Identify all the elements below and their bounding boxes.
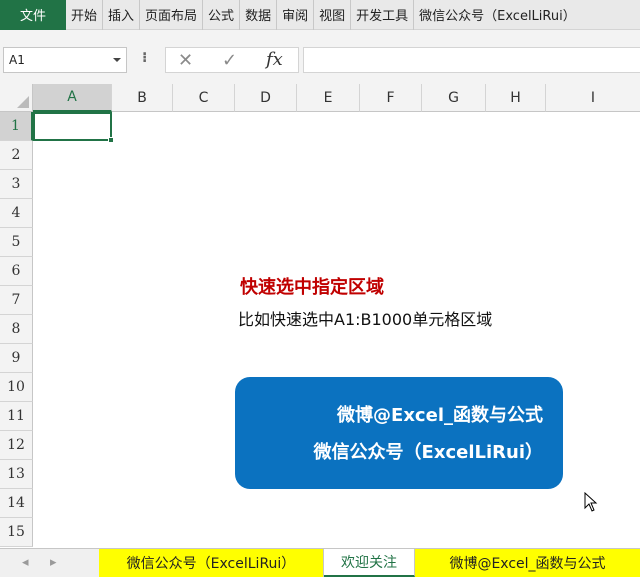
name-box[interactable]: A1 — [3, 47, 127, 73]
sheet-grid[interactable]: A B C D E F G H I 1 2 3 4 5 6 7 8 9 10 1… — [0, 84, 640, 548]
select-all-button[interactable] — [0, 84, 33, 112]
row-header-6[interactable]: 6 — [0, 257, 33, 286]
row-header-11[interactable]: 11 — [0, 402, 33, 431]
ribbon-tab-bar: 文件 开始 插入 页面布局 公式 数据 审阅 视图 开发工具 微信公众号（Exc… — [0, 0, 640, 30]
tab-formulas[interactable]: 公式 — [203, 0, 241, 30]
column-header-a[interactable]: A — [33, 84, 112, 112]
content-subtitle: 比如快速选中A1:B1000单元格区域 — [238, 310, 493, 329]
enter-icon[interactable]: ✓ — [222, 50, 237, 71]
column-header-c[interactable]: C — [173, 84, 235, 112]
more-dots-icon[interactable]: ⁝ — [142, 50, 147, 66]
row-header-3[interactable]: 3 — [0, 170, 33, 199]
info-box-weibo: 微博@Excel_函数与公式 — [337, 405, 543, 426]
tab-review[interactable]: 审阅 — [277, 0, 315, 30]
sheet-tab-weibo[interactable]: 微博@Excel_函数与公式 — [415, 549, 640, 577]
row-header-9[interactable]: 9 — [0, 344, 33, 373]
row-header-14[interactable]: 14 — [0, 489, 33, 518]
column-header-h[interactable]: H — [486, 84, 546, 112]
tab-insert[interactable]: 插入 — [103, 0, 141, 30]
row-header-2[interactable]: 2 — [0, 141, 33, 170]
row-header-5[interactable]: 5 — [0, 228, 33, 257]
info-box-wechat: 微信公众号（ExcelLiRui） — [313, 442, 543, 463]
row-header-7[interactable]: 7 — [0, 286, 33, 315]
row-header-12[interactable]: 12 — [0, 431, 33, 460]
info-box: 微博@Excel_函数与公式 微信公众号（ExcelLiRui） — [235, 377, 563, 489]
tab-developer[interactable]: 开发工具 — [351, 0, 415, 30]
row-header-13[interactable]: 13 — [0, 460, 33, 489]
sheet-tab-wechat[interactable]: 微信公众号（ExcelLiRui） — [99, 549, 324, 577]
row-header-8[interactable]: 8 — [0, 315, 33, 344]
insert-function-icon[interactable]: fx — [266, 49, 283, 70]
content-title: 快速选中指定区域 — [240, 277, 384, 298]
tab-page-layout[interactable]: 页面布局 — [140, 0, 204, 30]
formula-input[interactable] — [303, 47, 640, 73]
column-header-b[interactable]: B — [112, 84, 173, 112]
tab-home[interactable]: 开始 — [66, 0, 104, 30]
file-tab[interactable]: 文件 — [0, 0, 66, 30]
selected-cell-a1[interactable] — [33, 112, 114, 143]
formula-bar: A1 ⁝ ✕ ✓ fx — [0, 30, 640, 84]
select-all-triangle-icon — [17, 96, 29, 108]
row-header-15[interactable]: 15 — [0, 518, 33, 547]
column-header-i[interactable]: I — [546, 84, 640, 112]
prev-sheet-icon[interactable]: ◂ — [22, 555, 29, 570]
next-sheet-icon[interactable]: ▸ — [50, 555, 57, 570]
tab-data[interactable]: 数据 — [240, 0, 278, 30]
formula-actions: ✕ ✓ fx — [165, 47, 299, 73]
tab-wechat[interactable]: 微信公众号（ExcelLiRui） — [414, 0, 581, 30]
column-header-g[interactable]: G — [422, 84, 486, 112]
sheet-tab-welcome[interactable]: 欢迎关注 — [324, 549, 415, 577]
mouse-pointer-icon — [584, 492, 598, 512]
column-header-f[interactable]: F — [360, 84, 422, 112]
row-header-1[interactable]: 1 — [0, 112, 33, 141]
cancel-icon[interactable]: ✕ — [178, 50, 193, 71]
chevron-down-icon[interactable] — [113, 58, 121, 62]
column-header-e[interactable]: E — [297, 84, 360, 112]
sheet-tab-bar: ◂ ▸ 微信公众号（ExcelLiRui） 欢迎关注 微博@Excel_函数与公… — [0, 548, 640, 577]
row-header-4[interactable]: 4 — [0, 199, 33, 228]
tab-view[interactable]: 视图 — [314, 0, 352, 30]
fill-handle[interactable] — [108, 137, 114, 143]
name-box-value: A1 — [9, 53, 25, 67]
row-header-10[interactable]: 10 — [0, 373, 33, 402]
column-header-d[interactable]: D — [235, 84, 297, 112]
